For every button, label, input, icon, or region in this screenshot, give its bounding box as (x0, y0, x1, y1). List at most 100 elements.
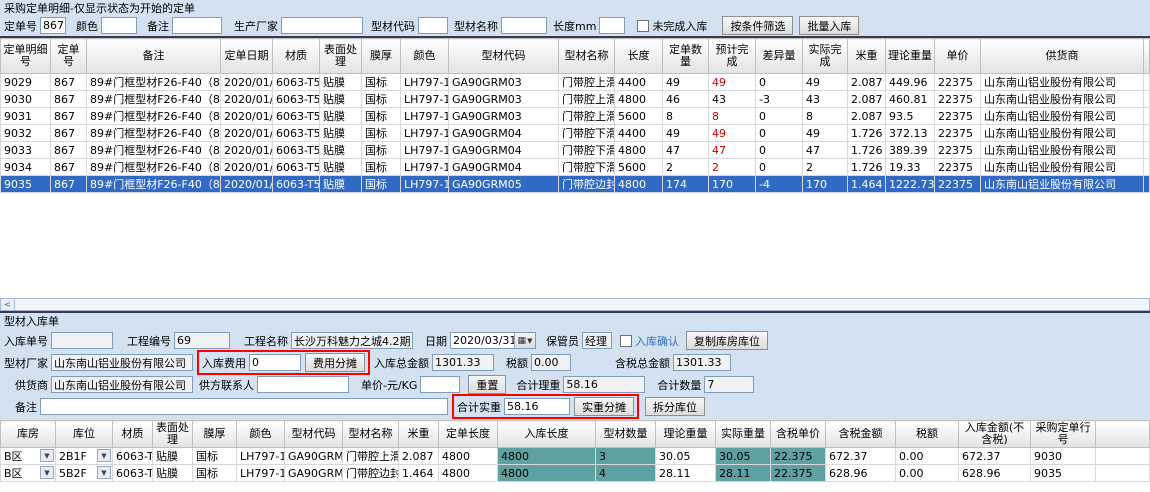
cell[interactable]: 6063-T5 (113, 448, 153, 465)
column-header[interactable]: 材质 (273, 39, 320, 74)
cell[interactable]: 2 (709, 159, 756, 176)
cell[interactable]: 2020/01/13 (221, 91, 273, 108)
cell[interactable]: GA90GRM05 (285, 465, 343, 482)
column-header[interactable]: 单价 (935, 39, 981, 74)
cell[interactable]: 4800 (498, 465, 596, 482)
cell[interactable]: 9029 (1, 74, 51, 91)
fee-split-button[interactable]: 费用分摊 (305, 353, 365, 372)
cell[interactable]: 389.39 (886, 142, 935, 159)
cell[interactable]: 6063-T5 (273, 176, 320, 193)
cell[interactable]: 0 (756, 142, 803, 159)
cell[interactable]: 4800 (615, 91, 663, 108)
cell[interactable]: 47 (709, 142, 756, 159)
cell[interactable]: GA90GRM04 (449, 142, 559, 159)
cell[interactable]: 国标 (362, 159, 401, 176)
cell[interactable]: 460.81 (886, 91, 935, 108)
cell[interactable]: LH797-1LL0 (401, 176, 449, 193)
cell[interactable]: 山东南山铝业股份有限公司 (981, 142, 1144, 159)
cell[interactable]: 贴膜 (153, 448, 193, 465)
cell[interactable]: GA90GRM04 (449, 125, 559, 142)
unfinished-inbound-checkbox[interactable] (637, 20, 649, 32)
cell[interactable]: 867 (51, 125, 87, 142)
cell[interactable]: 山东南山铝业股份有限公司 (981, 125, 1144, 142)
cell[interactable]: 门带腔上滑 (559, 74, 615, 91)
column-header[interactable]: 颜色 (401, 39, 449, 74)
cell[interactable]: 4800 (439, 448, 498, 465)
column-header[interactable]: 实际完成 (803, 39, 848, 74)
cell[interactable]: 国标 (193, 448, 237, 465)
cell[interactable]: 4800 (615, 176, 663, 193)
column-header[interactable]: 膜厚 (362, 39, 401, 74)
cell[interactable]: 5B2F▼ (56, 465, 113, 482)
cell[interactable]: LH797-1LL0 (401, 108, 449, 125)
cell[interactable]: 28.11 (716, 465, 771, 482)
cell[interactable]: 22375 (935, 176, 981, 193)
cell[interactable]: 2020/01/13 (221, 125, 273, 142)
cell[interactable]: GA90GRM03 (449, 74, 559, 91)
column-header[interactable]: 库位 (56, 421, 113, 448)
cell[interactable]: 89#门框型材F26-F40（866+867） (87, 159, 221, 176)
column-header[interactable]: 长度 (615, 39, 663, 74)
length-filter-input[interactable] (599, 17, 625, 34)
column-header[interactable]: 定单明细号 (1, 39, 51, 74)
unit-price-input[interactable] (420, 376, 460, 393)
factory-input[interactable] (51, 354, 193, 371)
cell[interactable]: GA90GRM03 (449, 108, 559, 125)
cell[interactable]: 2 (803, 159, 848, 176)
column-header[interactable]: 定单数量 (663, 39, 709, 74)
column-header[interactable]: 定单长度 (439, 421, 498, 448)
cell[interactable]: 89#门框型材F26-F40（866+867） (87, 74, 221, 91)
column-header[interactable]: 预计完成 (709, 39, 756, 74)
cell[interactable]: 9035 (1, 176, 51, 193)
cell[interactable]: 1.464 (848, 176, 886, 193)
cell[interactable]: -3 (756, 91, 803, 108)
cell[interactable]: 22375 (935, 74, 981, 91)
cell[interactable]: 628.96 (959, 465, 1031, 482)
cell[interactable]: LH797-1LL0 (401, 159, 449, 176)
cell[interactable]: 山东南山铝业股份有限公司 (981, 176, 1144, 193)
cell[interactable]: 4400 (615, 74, 663, 91)
cell[interactable]: 49 (663, 125, 709, 142)
project-no-input[interactable] (174, 332, 230, 349)
cell[interactable]: 6063-T5 (273, 142, 320, 159)
cell[interactable]: 6063-T5 (273, 159, 320, 176)
cell[interactable]: 30.05 (716, 448, 771, 465)
inbound-total-input[interactable] (432, 354, 494, 371)
cell[interactable]: 2.087 (848, 91, 886, 108)
cell[interactable]: 1.464 (399, 465, 439, 482)
cell[interactable]: 8 (709, 108, 756, 125)
inbound-fee-input[interactable] (249, 354, 301, 371)
cell[interactable]: 2020/01/13 (221, 74, 273, 91)
cell[interactable]: 0 (756, 74, 803, 91)
cell[interactable]: 1.726 (848, 159, 886, 176)
table-row[interactable]: 903186789#门框型材F26-F40（866+867）2020/01/13… (1, 108, 1150, 125)
cell[interactable]: 9033 (1, 142, 51, 159)
cell[interactable]: 9030 (1, 91, 51, 108)
cell[interactable]: 门带腔下滑 (559, 142, 615, 159)
cell[interactable]: 6063-T5 (273, 74, 320, 91)
tax-total-input[interactable] (673, 354, 731, 371)
cell[interactable]: 49 (709, 74, 756, 91)
column-header[interactable]: 实际重量 (716, 421, 771, 448)
supplier-contact-input[interactable] (257, 376, 349, 393)
column-header[interactable]: 定单号 (51, 39, 87, 74)
cell[interactable]: 2.087 (848, 108, 886, 125)
column-header[interactable]: 差异量 (756, 39, 803, 74)
cell[interactable]: 5600 (615, 108, 663, 125)
cell[interactable]: 贴膜 (320, 125, 362, 142)
column-header[interactable]: 理论重量 (886, 39, 935, 74)
remark-filter-input[interactable] (172, 17, 222, 34)
cell[interactable]: 门带腔上滑 (343, 448, 399, 465)
tax-input[interactable] (531, 354, 571, 371)
cell[interactable]: 19.33 (886, 159, 935, 176)
cell[interactable]: 22375 (935, 125, 981, 142)
weight-split-button[interactable]: 实重分摊 (574, 397, 634, 416)
column-header[interactable]: 税额 (896, 421, 959, 448)
horizontal-scrollbar[interactable]: < (0, 298, 1150, 311)
cell[interactable]: 867 (51, 74, 87, 91)
cell[interactable]: 6063-T5 (273, 108, 320, 125)
column-header[interactable]: 定单日期 (221, 39, 273, 74)
cell[interactable]: 国标 (362, 91, 401, 108)
cell[interactable]: 4800 (439, 465, 498, 482)
cell[interactable]: 867 (51, 142, 87, 159)
